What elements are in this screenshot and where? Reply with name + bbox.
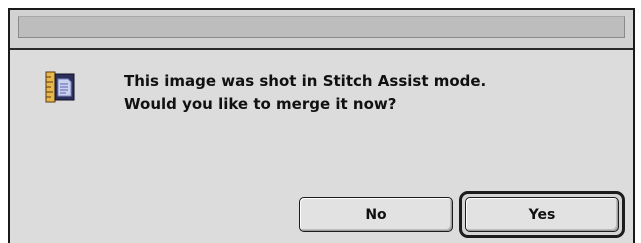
titlebar-stripe	[18, 16, 625, 38]
yes-button[interactable]: Yes	[465, 197, 619, 232]
dialog-titlebar[interactable]	[10, 10, 633, 48]
no-button[interactable]: No	[299, 197, 453, 232]
dialog-content: This image was shot in Stitch Assist mod…	[10, 50, 633, 243]
application-document-icon	[45, 71, 75, 103]
dialog-message: This image was shot in Stitch Assist mod…	[124, 70, 604, 116]
message-line-2: Would you like to merge it now?	[124, 95, 397, 113]
alert-dialog: This image was shot in Stitch Assist mod…	[8, 8, 635, 243]
message-line-1: This image was shot in Stitch Assist mod…	[124, 72, 487, 90]
